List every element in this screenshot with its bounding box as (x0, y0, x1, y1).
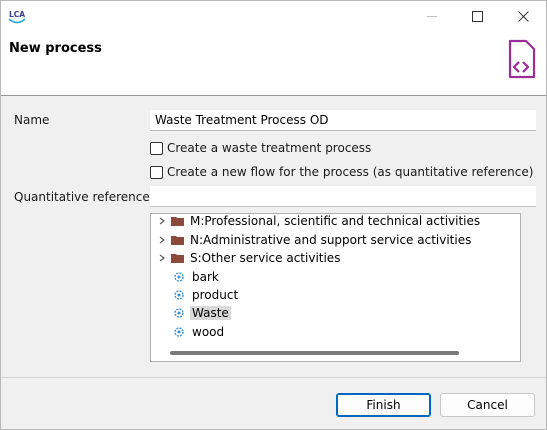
tree-item-label: wood (192, 325, 225, 339)
button-bar: Finish Cancel (1, 377, 546, 429)
waste-treatment-option[interactable]: Create a waste treatment process (150, 140, 371, 156)
wizard-header: New process (1, 32, 546, 96)
new-flow-checkbox-label: Create a new flow for the process (as qu… (167, 165, 534, 179)
form-area: Name Create a waste treatment process Cr… (1, 97, 546, 377)
new-process-dialog: LCA New process Name Create a waste trea… (0, 0, 547, 430)
close-button[interactable] (500, 1, 546, 32)
tree-category-row[interactable]: N:Administrative and support service act… (151, 231, 473, 249)
tree-flow-row[interactable]: wood (151, 323, 226, 341)
tree-category-row[interactable]: M:Professional, scientific and technical… (151, 214, 482, 230)
chevron-right-icon[interactable] (156, 252, 168, 264)
chevron-right-icon[interactable] (156, 234, 168, 246)
tree-item-label: S:Other service activities (190, 251, 341, 265)
tree-flow-row[interactable]: bark (151, 268, 221, 286)
finish-button[interactable]: Finish (336, 393, 431, 417)
app-logo-text: LCA (9, 10, 25, 19)
close-icon (517, 11, 529, 22)
flow-icon (174, 290, 184, 300)
tree-item-label: product (192, 288, 239, 302)
app-logo: LCA (8, 10, 26, 24)
flow-icon (174, 327, 184, 337)
quantitative-reference-label: Quantitative reference (14, 190, 150, 204)
flow-tree[interactable]: M:Professional, scientific and technical… (150, 213, 521, 362)
waste-treatment-checkbox[interactable] (150, 141, 163, 155)
minimize-icon (426, 16, 437, 17)
maximize-icon (471, 11, 483, 22)
tree-item-label: bark (192, 270, 219, 284)
folder-icon (171, 254, 184, 263)
tree-item-label: M:Professional, scientific and technical… (190, 214, 481, 228)
folder-icon (171, 236, 184, 245)
chevron-right-icon[interactable] (156, 215, 168, 227)
process-wizard-icon (508, 39, 536, 79)
new-flow-checkbox[interactable] (150, 165, 163, 179)
tree-item-label: N:Administrative and support service act… (190, 233, 472, 247)
flow-icon (174, 272, 184, 282)
page-title: New process (9, 41, 102, 56)
flow-icon (174, 308, 184, 318)
new-flow-option[interactable]: Create a new flow for the process (as qu… (150, 164, 533, 180)
tree-flow-row[interactable]: product (151, 286, 240, 304)
tree-flow-row-selected[interactable]: Waste (151, 304, 231, 322)
tree-item-label: Waste (190, 306, 231, 320)
cancel-button[interactable]: Cancel (440, 393, 535, 417)
tree-category-row[interactable]: S:Other service activities (151, 249, 342, 267)
maximize-button[interactable] (454, 1, 500, 32)
title-bar: LCA (1, 1, 546, 32)
waste-treatment-checkbox-label: Create a waste treatment process (167, 141, 372, 155)
horizontal-scrollbar[interactable] (170, 351, 459, 355)
quantitative-reference-filter[interactable] (150, 186, 536, 207)
minimize-button[interactable] (409, 1, 455, 32)
folder-icon (171, 217, 184, 226)
name-field[interactable] (150, 110, 536, 131)
name-label: Name (14, 113, 50, 127)
